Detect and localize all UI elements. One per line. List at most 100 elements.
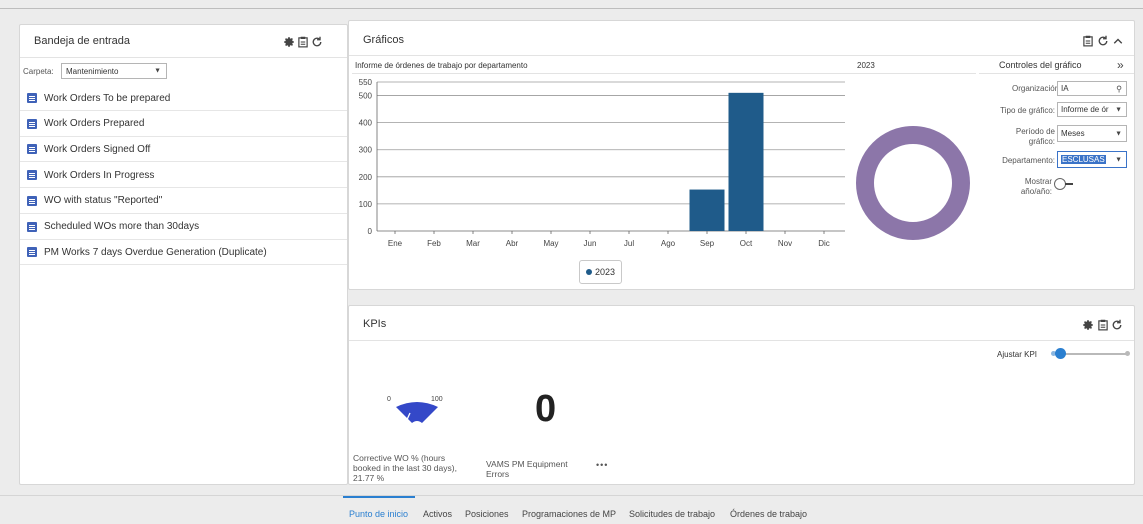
- inbox-list-item[interactable]: Work Orders Prepared: [20, 112, 347, 137]
- nav-tab[interactable]: Posiciones: [465, 509, 509, 519]
- bar-oct: [728, 92, 764, 231]
- document-icon: [27, 118, 37, 129]
- top-divider: [0, 8, 1143, 9]
- chevron-down-icon: ▼: [1113, 156, 1122, 163]
- departamento-label: Departamento:: [1002, 156, 1055, 165]
- inbox-item-label: Work Orders Prepared: [44, 118, 145, 130]
- kpis-header-divider: [349, 340, 1134, 341]
- inbox-list-item[interactable]: PM Works 7 days Overdue Generation (Dupl…: [20, 240, 347, 266]
- departamento-select[interactable]: ESCLUSAS ▼: [1057, 151, 1127, 168]
- inbox-title: Bandeja de entrada: [34, 35, 131, 47]
- y-tick-label: 100: [359, 200, 373, 209]
- double-chevron-right-icon[interactable]: »: [1117, 58, 1124, 72]
- document-icon: [27, 93, 37, 103]
- x-tick-label: Abr: [506, 239, 519, 248]
- tipo-grafico-select[interactable]: Informe de ór ▼: [1057, 102, 1127, 117]
- x-tick-label: May: [543, 239, 558, 248]
- inbox-item-label: Scheduled WOs more than 30days: [44, 221, 200, 232]
- graficos-title: Gráficos: [363, 34, 404, 46]
- gear-icon[interactable]: [282, 35, 295, 48]
- inbox-list-item[interactable]: Scheduled WOs more than 30days: [20, 215, 347, 240]
- donut-chart: [856, 126, 970, 240]
- chart-legend[interactable]: 2023: [579, 260, 622, 284]
- document-icon: [27, 247, 37, 258]
- inbox-item-label: WO with status "Reported": [44, 195, 163, 207]
- gear-icon[interactable]: [1081, 318, 1094, 331]
- nav-tab[interactable]: Activos: [423, 509, 452, 519]
- nav-tab[interactable]: Programaciones de MP: [522, 509, 616, 519]
- organizacion-value: IA: [1061, 84, 1069, 93]
- controls-title: Controles del gráfico: [999, 60, 1082, 70]
- periodo-select[interactable]: Meses ▼: [1057, 125, 1127, 142]
- kpi-slider-end: [1125, 351, 1130, 356]
- inbox-item-label: PM Works 7 days Overdue Generation (Dupl…: [44, 246, 267, 258]
- folder-select-value: Mantenimiento: [66, 66, 119, 76]
- inbox-list-item[interactable]: Work Orders In Progress: [20, 163, 347, 189]
- y-tick-label: 550: [359, 78, 373, 87]
- legend-label: 2023: [594, 267, 616, 277]
- y-tick-label: 300: [359, 146, 373, 155]
- kpi-slider-thumb[interactable]: [1055, 348, 1066, 359]
- nav-tab[interactable]: Punto de inicio: [349, 509, 408, 519]
- tipo-grafico-label: Tipo de gráfico:: [1000, 106, 1055, 115]
- inbox-list-item[interactable]: Work Orders Signed Off: [20, 137, 347, 163]
- chevron-down-icon: ▼: [1113, 130, 1122, 137]
- donut-slice[interactable]: [856, 126, 970, 240]
- document-icon: [27, 144, 37, 155]
- controls-title-underline: [979, 73, 1134, 74]
- donut-chart-subtitle: 2023: [857, 61, 875, 70]
- folder-select[interactable]: Mantenimiento ▼: [61, 63, 167, 79]
- inbox-header-divider: [20, 57, 347, 58]
- inbox-list-item[interactable]: WO with status "Reported": [20, 189, 347, 214]
- y-tick-label: 500: [359, 92, 373, 101]
- bar-chart: 0 100 200 300 400 500 550 Ene Feb Mar Abr May Jun Jul…: [359, 78, 845, 248]
- x-tick-label: Ene: [388, 239, 403, 248]
- document-icon: [27, 195, 37, 206]
- adjust-kpi-label: Ajustar KPI: [997, 350, 1038, 359]
- x-tick-label: Ago: [661, 239, 676, 248]
- y-tick-label: 0: [368, 227, 373, 236]
- clipboard-icon[interactable]: [1081, 34, 1094, 47]
- y-tick-label: 400: [359, 119, 373, 128]
- periodo-value: Meses: [1061, 129, 1085, 138]
- gauge-caption: Corrective WO % (hours booked in the las…: [353, 453, 457, 483]
- chevron-down-icon: ▼: [1113, 106, 1122, 113]
- inbox-item-label: Work Orders Signed Off: [44, 143, 151, 155]
- nav-tab[interactable]: Solicitudes de trabajo: [629, 509, 715, 519]
- more-options-icon[interactable]: •••: [596, 460, 608, 470]
- nav-tab[interactable]: Órdenes de trabajo: [730, 509, 807, 519]
- x-tick-label: Mar: [466, 239, 480, 248]
- active-tab-indicator: [343, 496, 415, 498]
- departamento-value: ESCLUSAS: [1061, 155, 1106, 164]
- refresh-icon[interactable]: [1096, 34, 1109, 47]
- graficos-header-divider: [349, 55, 1134, 56]
- mostrar-label: Mostrar año/año:: [1020, 177, 1052, 196]
- refresh-icon[interactable]: [1110, 318, 1123, 331]
- organizacion-label: Organización:: [1012, 84, 1062, 93]
- lookup-search-icon[interactable]: ⚲: [1114, 84, 1122, 93]
- gauge-arc: [396, 402, 438, 423]
- legend-dot: [585, 269, 592, 275]
- kpi-big-value: 0: [535, 388, 557, 430]
- refresh-icon[interactable]: [310, 35, 323, 48]
- document-icon: [27, 170, 37, 181]
- chevron-up-icon[interactable]: [1111, 34, 1124, 47]
- x-tick-label: Sep: [700, 239, 715, 248]
- folder-label: Carpeta:: [23, 67, 54, 76]
- y-tick-label: 200: [359, 173, 373, 182]
- inbox-item-label: Work Orders To be prepared: [44, 92, 171, 104]
- periodo-label: Período de gráfico:: [1015, 127, 1055, 146]
- big-value-caption: VAMS PM Equipment Errors: [486, 459, 568, 479]
- mostrar-toggle[interactable]: [1054, 178, 1073, 190]
- bar-chart-subtitle: Informe de órdenes de trabajo por depart…: [355, 61, 528, 70]
- clipboard-icon[interactable]: [1096, 318, 1109, 331]
- clipboard-icon[interactable]: [296, 35, 309, 48]
- x-tick-label: Jul: [624, 239, 634, 248]
- chevron-down-icon: ▼: [154, 67, 161, 75]
- x-tick-label: Nov: [778, 239, 792, 248]
- document-icon: [27, 221, 37, 232]
- organizacion-input[interactable]: IA ⚲: [1057, 81, 1127, 96]
- inbox-list-item[interactable]: Work Orders To be prepared: [20, 86, 347, 111]
- x-tick-label: Dic: [818, 239, 830, 248]
- x-tick-label: Jun: [584, 239, 597, 248]
